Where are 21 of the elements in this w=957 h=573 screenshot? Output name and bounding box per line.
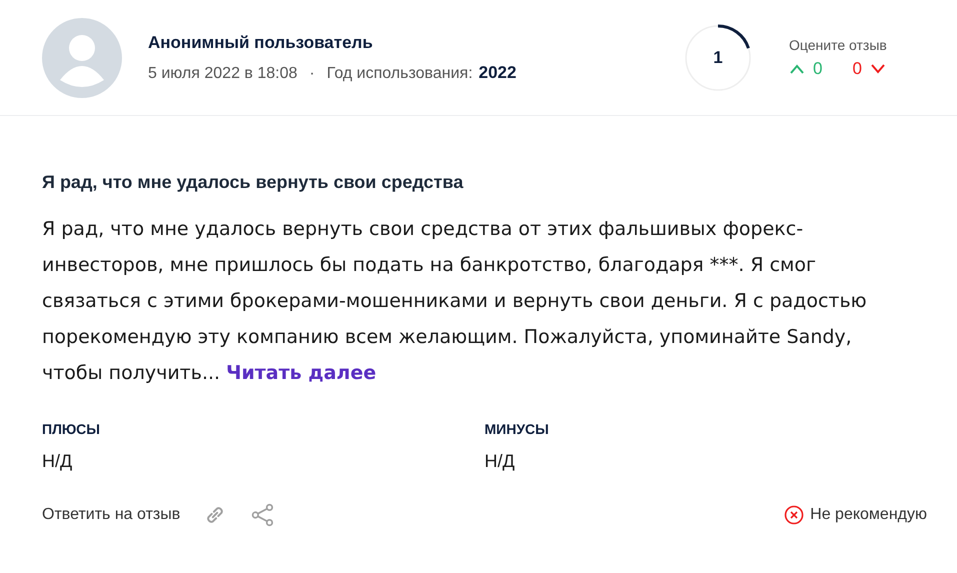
vote-label: Оцените отзыв: [789, 36, 888, 52]
review-text: Я рад, что мне удалось вернуть свои средства от этих фальшивых форекс-инвесторов, мне пришлось бы подать на банкротство, благодаря ***. Я смог связаться с этими брокерами-мошенниками и вернуть свои деньги. Я с радостью порекомендую эту компанию всем желающим. Пожалуйста, упоминайте Sandy, чтобы получить... Читать далее: [42, 217, 868, 386]
cons-label: МИНУСЫ: [484, 421, 550, 437]
rating-value: 1: [713, 48, 723, 68]
down-chevron-icon: [870, 64, 886, 74]
review-title: Я рад, что мне удалось вернуть свои средства: [42, 172, 464, 193]
recommendation-label: Не рекомендую: [810, 506, 927, 524]
cons-value: Н/Д: [484, 451, 516, 472]
read-more-link[interactable]: Читать далее: [226, 362, 376, 384]
up-chevron-icon: [789, 64, 805, 74]
downvote-button[interactable]: 0: [852, 58, 886, 78]
author-name: Анонимный пользователь: [148, 32, 374, 52]
reply-link[interactable]: Ответить на отзыв: [42, 506, 180, 524]
pros-value: Н/Д: [42, 451, 74, 472]
review-date: 5 июля 2022 в 18:08: [148, 64, 298, 82]
usage-year: 2022: [478, 62, 516, 82]
separator-dot: ·: [309, 64, 315, 82]
pros-label: ПЛЮСЫ: [42, 421, 101, 437]
usage-label: Год использования:: [326, 64, 473, 82]
rating-ring: [683, 22, 753, 92]
avatar-icon: [42, 18, 122, 98]
